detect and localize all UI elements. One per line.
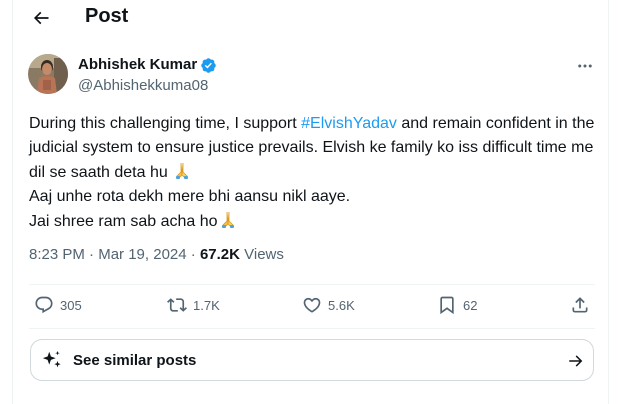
- bookmark-button[interactable]: 62: [437, 294, 477, 316]
- share-button[interactable]: [570, 294, 590, 316]
- sparkle-icon: [42, 350, 61, 368]
- repost-button[interactable]: 1.7K: [167, 294, 220, 316]
- tweet-text-segment: Jai shree ram sab acha ho: [29, 213, 218, 230]
- tweet-meta: 8:23 PM · Mar 19, 2024 · 67.2K Views: [29, 246, 284, 263]
- verified-badge-icon: [201, 58, 216, 73]
- back-button[interactable]: [27, 4, 55, 32]
- page-title: Post: [85, 5, 129, 27]
- tweet-paragraph-2: Aaj unhe rota dekh mere bhi aansu nikl a…: [29, 188, 351, 205]
- see-similar-posts-button[interactable]: See similar posts: [30, 339, 594, 381]
- folded-hands-icon: [221, 211, 234, 228]
- folded-hands-icon: [176, 162, 189, 179]
- tweet-time[interactable]: 8:23 PM: [29, 246, 85, 263]
- repost-icon: [167, 298, 187, 312]
- tweet-text: During this challenging time, I support …: [29, 112, 595, 234]
- author-name[interactable]: Abhishek Kumar: [78, 56, 197, 73]
- tweet-paragraph-1: During this challenging time, I support …: [29, 112, 595, 185]
- column-border-left: [12, 0, 13, 404]
- arrow-left-icon: [33, 11, 49, 25]
- heart-icon: [303, 297, 321, 313]
- post-header: Post: [13, 0, 608, 36]
- reply-icon: [35, 296, 53, 314]
- views-label: Views: [239, 246, 284, 263]
- reply-button[interactable]: 305: [34, 294, 82, 316]
- arrow-right-icon: [569, 355, 583, 367]
- share-icon: [572, 297, 588, 313]
- column-border-right: [608, 0, 609, 404]
- avatar-image: [28, 54, 68, 94]
- divider: [29, 284, 595, 285]
- bookmark-count: 62: [463, 297, 478, 313]
- avatar[interactable]: [28, 54, 68, 94]
- tweet-date[interactable]: Mar 19, 2024: [98, 246, 186, 263]
- tweet-paragraph-3: Jai shree ram sab acha ho: [29, 209, 595, 234]
- see-similar-posts-label: See similar posts: [73, 352, 197, 369]
- hashtag-link[interactable]: #ElvishYadav: [301, 115, 397, 132]
- author-handle[interactable]: @Abhishekkuma08: [78, 77, 208, 94]
- meta-separator: ·: [186, 246, 200, 263]
- like-button[interactable]: 5.6K: [302, 294, 355, 316]
- divider: [29, 328, 595, 329]
- more-options-button[interactable]: [572, 56, 598, 76]
- reply-count: 305: [60, 297, 82, 313]
- meta-separator: ·: [84, 246, 99, 263]
- bookmark-icon: [440, 296, 454, 315]
- like-count: 5.6K: [328, 297, 355, 313]
- repost-count: 1.7K: [193, 297, 220, 313]
- more-dots-icon: [578, 64, 592, 68]
- tweet-text-segment: During this challenging time, I support: [29, 115, 302, 132]
- views-count: 67.2K: [199, 246, 240, 263]
